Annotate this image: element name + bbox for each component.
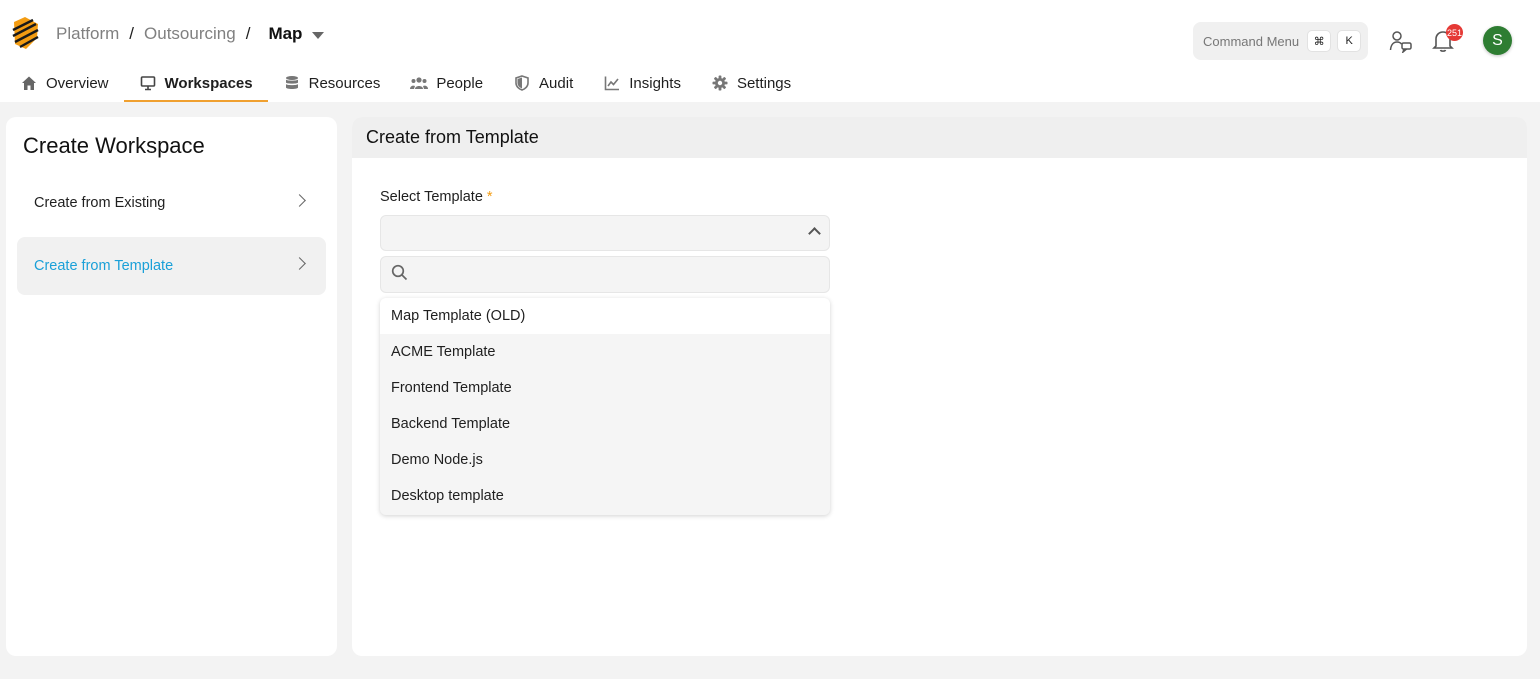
create-from-template-panel: Create from Template Select Template * Ma… bbox=[352, 117, 1527, 656]
shield-icon bbox=[513, 74, 531, 92]
breadcrumb-team[interactable]: Outsourcing bbox=[144, 24, 236, 44]
breadcrumb-org[interactable]: Platform bbox=[56, 24, 119, 44]
sidebar-item-create-from-template[interactable]: Create from Template bbox=[17, 237, 326, 295]
tab-overview[interactable]: Overview bbox=[20, 64, 124, 102]
template-select[interactable] bbox=[380, 215, 830, 251]
required-marker: * bbox=[486, 189, 493, 205]
tab-resources[interactable]: Resources bbox=[268, 64, 396, 102]
kbd-cmd: ⌘ bbox=[1307, 30, 1332, 52]
avatar[interactable]: S bbox=[1483, 26, 1512, 55]
chevron-right-icon bbox=[293, 194, 306, 207]
search-icon bbox=[391, 264, 408, 286]
gear-icon bbox=[711, 74, 729, 92]
select-template-label: Select Template * bbox=[380, 189, 493, 205]
chevron-down-icon[interactable] bbox=[312, 31, 325, 39]
chart-line-icon bbox=[603, 74, 621, 92]
chevron-right-icon bbox=[293, 257, 306, 270]
tab-label: Resources bbox=[308, 74, 381, 92]
monitor-icon bbox=[139, 74, 157, 92]
tab-label: Workspaces bbox=[164, 74, 253, 92]
panel-title: Create from Template bbox=[366, 127, 539, 147]
notification-badge: 251 bbox=[1446, 24, 1463, 41]
tab-label: Audit bbox=[539, 74, 574, 92]
tab-insights[interactable]: Insights bbox=[588, 64, 696, 102]
option-map-template-old[interactable]: Map Template (OLD) bbox=[380, 298, 830, 334]
panel-header: Create from Template bbox=[352, 117, 1527, 158]
sidebar-item-create-from-existing[interactable]: Create from Existing bbox=[17, 174, 326, 232]
database-icon bbox=[283, 74, 301, 92]
breadcrumb-separator: / bbox=[129, 24, 135, 43]
home-icon bbox=[20, 74, 38, 92]
command-menu-button[interactable]: Command Menu ⌘ K bbox=[1193, 22, 1368, 60]
chevron-up-icon[interactable] bbox=[808, 227, 821, 240]
sidebar-item-label: Create from Template bbox=[34, 258, 174, 274]
command-menu-label: Command Menu bbox=[1203, 33, 1300, 49]
tab-people[interactable]: People bbox=[395, 64, 498, 102]
breadcrumb: Platform / Outsourcing / Map bbox=[56, 24, 325, 44]
tab-label: People bbox=[436, 74, 484, 92]
breadcrumb-project[interactable]: Map bbox=[268, 24, 302, 44]
option-demo-nodejs[interactable]: Demo Node.js bbox=[380, 442, 830, 478]
top-bar: Platform / Outsourcing / Map Command Men… bbox=[0, 0, 1540, 102]
tab-settings[interactable]: Settings bbox=[696, 64, 806, 102]
logo-icon[interactable] bbox=[11, 16, 41, 50]
option-backend-template[interactable]: Backend Template bbox=[380, 406, 830, 442]
option-acme-template[interactable]: ACME Template bbox=[380, 334, 830, 370]
template-search bbox=[380, 256, 830, 293]
tab-workspaces[interactable]: Workspaces bbox=[123, 64, 268, 102]
sidebar-item-label: Create from Existing bbox=[34, 195, 166, 211]
template-options-list: Map Template (OLD) ACME Template Fronten… bbox=[380, 298, 830, 515]
tab-audit[interactable]: Audit bbox=[498, 64, 588, 102]
nav-tabs: Overview Workspaces Resources People Aud… bbox=[20, 64, 806, 102]
field-label-text: Select Template bbox=[380, 189, 483, 205]
tab-label: Overview bbox=[46, 74, 109, 92]
option-desktop-template[interactable]: Desktop template bbox=[380, 478, 830, 514]
tab-label: Settings bbox=[736, 74, 792, 92]
create-workspace-panel: Create Workspace Create from Existing Cr… bbox=[6, 117, 337, 656]
support-chat-icon[interactable] bbox=[1388, 28, 1414, 54]
panel-title: Create Workspace bbox=[23, 133, 205, 158]
kbd-k: K bbox=[1337, 30, 1362, 52]
search-input[interactable] bbox=[416, 266, 816, 283]
breadcrumb-separator: / bbox=[245, 24, 251, 43]
option-frontend-template[interactable]: Frontend Template bbox=[380, 370, 830, 406]
tab-label: Insights bbox=[629, 74, 681, 92]
people-icon bbox=[410, 74, 429, 92]
